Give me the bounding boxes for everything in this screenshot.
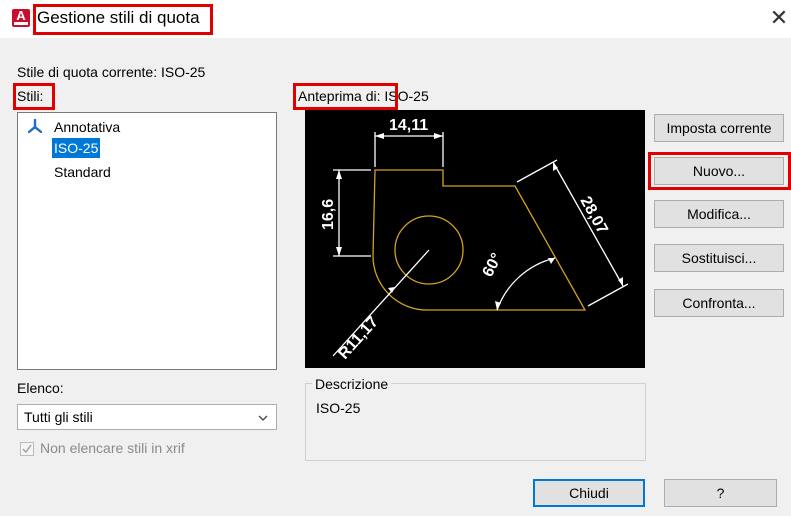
title-bar: A Gestione stili di quota ✕	[0, 0, 791, 38]
description-text: ISO-25	[316, 400, 361, 416]
current-style-label: Stile di quota corrente: ISO-25	[17, 64, 206, 80]
list-filter-dropdown[interactable]: Tutti gli stili	[17, 404, 277, 430]
description-group	[305, 383, 646, 461]
chevron-down-icon	[258, 415, 268, 421]
dim-text-radius: R11,17	[335, 314, 382, 363]
list-filter-value: Tutti gli stili	[24, 409, 93, 425]
exclude-xref-label: Non elencare stili in xrif	[40, 440, 185, 456]
new-button[interactable]: Nuovo...	[654, 157, 784, 185]
dim-text-angle: 60°	[480, 251, 506, 280]
close-icon[interactable]: ✕	[768, 6, 790, 30]
dim-text-diagonal: 28,07	[577, 194, 611, 237]
description-title: Descrizione	[312, 376, 392, 392]
compare-button[interactable]: Confronta...	[654, 289, 784, 317]
override-button[interactable]: Sostituisci...	[654, 244, 784, 272]
dim-text-top: 14,11	[389, 117, 428, 134]
style-item-annotativa[interactable]: Annotativa	[52, 117, 122, 137]
annotative-icon	[28, 119, 42, 133]
modify-button[interactable]: Modifica...	[654, 200, 784, 228]
window-title: Gestione stili di quota	[37, 8, 200, 27]
preview-label: Anteprima di: ISO-25	[298, 88, 429, 104]
part-outline	[372, 169, 587, 311]
styles-listbox[interactable]: Annotativa ISO-25 Standard	[17, 112, 277, 370]
close-button[interactable]: Chiudi	[533, 479, 645, 507]
style-item-iso25[interactable]: ISO-25	[52, 138, 101, 158]
set-current-button[interactable]: Imposta corrente	[654, 114, 784, 142]
list-filter-label: Elenco:	[17, 380, 64, 396]
dimension-style-preview: 14,11 16,6 28,07 60° R11,17	[305, 110, 645, 368]
style-item-standard[interactable]: Standard	[52, 162, 113, 182]
checkmark-icon	[22, 444, 32, 454]
dim-text-left: 16,6	[320, 199, 337, 230]
help-button[interactable]: ?	[664, 479, 777, 507]
styles-label: Stili:	[17, 88, 44, 104]
autocad-app-icon: A	[12, 8, 30, 27]
exclude-xref-checkbox[interactable]	[20, 442, 34, 456]
preview-drawing: 14,11 16,6 28,07 60° R11,17	[320, 117, 629, 363]
